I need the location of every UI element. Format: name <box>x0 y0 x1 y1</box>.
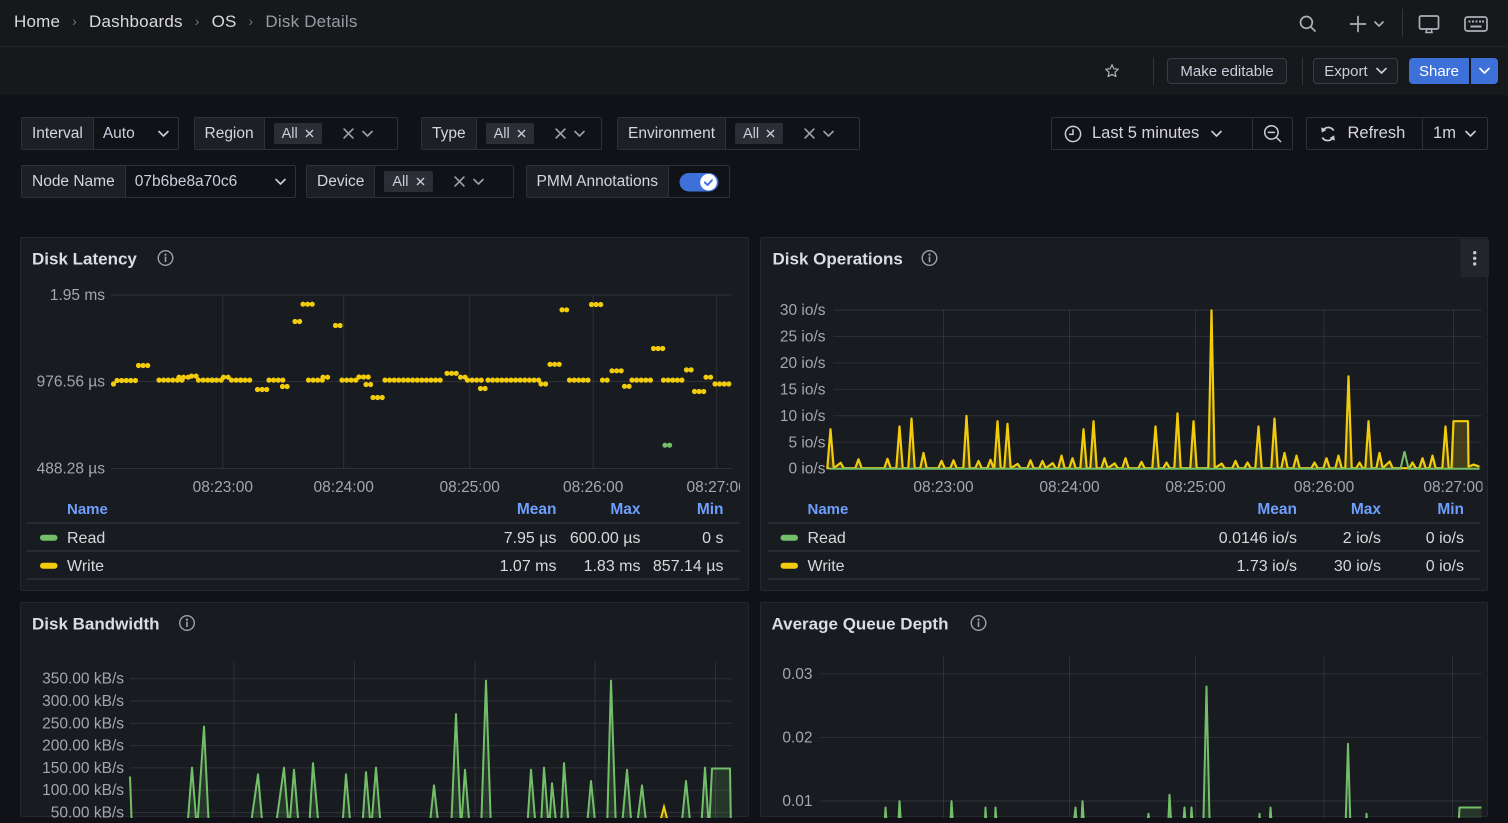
svg-text:10 io/s: 10 io/s <box>779 407 825 424</box>
svg-text:08:25:00: 08:25:00 <box>440 479 501 496</box>
svg-text:600.00 µs: 600.00 µs <box>570 530 641 547</box>
svg-text:08:23:00: 08:23:00 <box>193 479 254 496</box>
svg-text:0.02: 0.02 <box>782 729 812 746</box>
svg-text:Write: Write <box>807 558 844 575</box>
svg-text:1.73 io/s: 1.73 io/s <box>1236 558 1296 575</box>
svg-text:2 io/s: 2 io/s <box>1342 530 1380 547</box>
svg-text:08:27:00: 08:27:00 <box>687 479 748 496</box>
svg-text:08:26:00: 08:26:00 <box>1293 479 1354 496</box>
svg-text:300.00 kB/s: 300.00 kB/s <box>42 693 124 710</box>
svg-text:20 io/s: 20 io/s <box>779 354 825 371</box>
svg-text:Disk Operations: Disk Operations <box>772 249 902 268</box>
svg-text:250.00 kB/s: 250.00 kB/s <box>42 715 124 732</box>
svg-text:Min: Min <box>1437 501 1464 518</box>
svg-text:08:24:00: 08:24:00 <box>314 479 375 496</box>
svg-text:50.00 kB/s: 50.00 kB/s <box>51 804 124 818</box>
svg-text:30 io/s: 30 io/s <box>1333 558 1380 575</box>
svg-text:Read: Read <box>807 530 845 547</box>
svg-text:0 io/s: 0 io/s <box>1425 558 1463 575</box>
svg-text:Write: Write <box>67 558 104 575</box>
svg-text:Disk Bandwidth: Disk Bandwidth <box>32 614 160 633</box>
svg-text:1.83 ms: 1.83 ms <box>584 558 641 575</box>
svg-text:0 io/s: 0 io/s <box>1425 530 1463 547</box>
svg-text:5 io/s: 5 io/s <box>788 434 825 451</box>
svg-text:0.0146 io/s: 0.0146 io/s <box>1218 530 1296 547</box>
svg-text:Mean: Mean <box>1257 501 1297 518</box>
svg-text:1.95 ms: 1.95 ms <box>50 287 105 304</box>
svg-text:1.07 ms: 1.07 ms <box>500 558 557 575</box>
svg-text:Mean: Mean <box>517 501 557 518</box>
svg-text:Name: Name <box>67 501 108 518</box>
svg-text:0 io/s: 0 io/s <box>788 460 825 477</box>
svg-text:7.95 µs: 7.95 µs <box>504 530 557 547</box>
svg-text:08:25:00: 08:25:00 <box>1165 479 1226 496</box>
svg-text:200.00 kB/s: 200.00 kB/s <box>42 737 124 754</box>
svg-text:08:26:00: 08:26:00 <box>563 479 624 496</box>
svg-text:Average Queue Depth: Average Queue Depth <box>771 614 948 633</box>
svg-text:0.01: 0.01 <box>782 793 812 810</box>
svg-text:0 s: 0 s <box>702 530 723 547</box>
svg-text:150.00 kB/s: 150.00 kB/s <box>42 759 124 776</box>
svg-text:100.00 kB/s: 100.00 kB/s <box>42 782 124 799</box>
svg-text:08:24:00: 08:24:00 <box>1039 479 1100 496</box>
svg-text:25 io/s: 25 io/s <box>779 328 825 345</box>
svg-text:0.03: 0.03 <box>782 665 812 682</box>
svg-text:Max: Max <box>610 501 641 518</box>
svg-text:08:23:00: 08:23:00 <box>913 479 974 496</box>
svg-text:08:27:00: 08:27:00 <box>1423 479 1484 496</box>
svg-text:Name: Name <box>807 501 848 518</box>
svg-text:857.14 µs: 857.14 µs <box>653 558 724 575</box>
svg-text:Min: Min <box>697 501 724 518</box>
svg-text:976.56 µs: 976.56 µs <box>37 373 106 390</box>
svg-text:30 io/s: 30 io/s <box>779 302 825 319</box>
svg-text:Disk Latency: Disk Latency <box>32 249 137 268</box>
svg-text:15 io/s: 15 io/s <box>779 381 825 398</box>
svg-text:Read: Read <box>67 530 105 547</box>
svg-text:Max: Max <box>1350 501 1381 518</box>
svg-text:488.28 µs: 488.28 µs <box>37 460 106 477</box>
svg-text:350.00 kB/s: 350.00 kB/s <box>42 670 124 687</box>
